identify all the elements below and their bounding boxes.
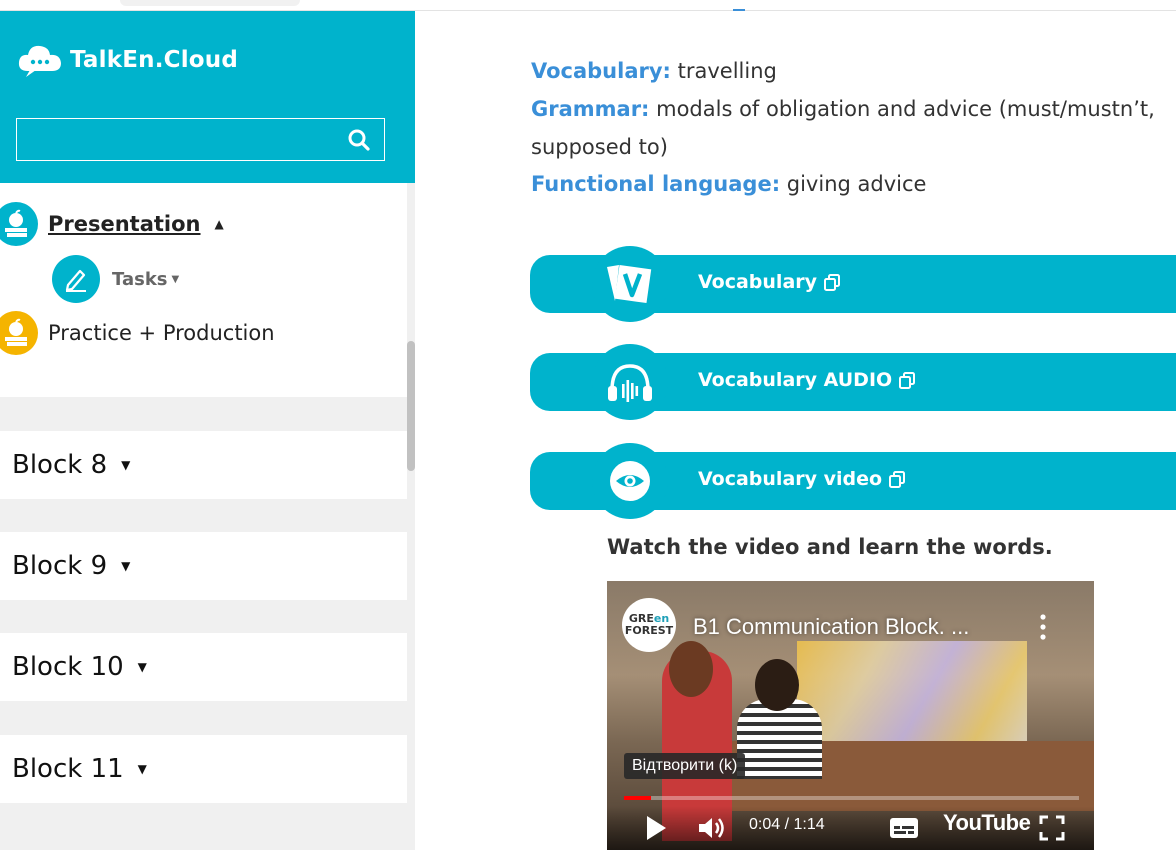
info-key: Vocabulary: (531, 59, 671, 83)
vocabulary-audio-label: Vocabulary AUDIO (698, 369, 916, 391)
eye-icon (592, 443, 668, 519)
pencil-icon (52, 255, 100, 303)
block-label: Block 9 (12, 551, 108, 581)
video-person-right-head (755, 659, 799, 711)
caret-down-icon: ▼ (171, 273, 180, 285)
bar-label-text: Vocabulary (698, 271, 818, 293)
copy-icon[interactable] (888, 470, 906, 488)
copy-icon[interactable] (898, 371, 916, 389)
vocabulary-audio-bar[interactable]: Vocabulary AUDIO (530, 344, 1176, 420)
search-box (16, 118, 385, 161)
clipped-heading-fragment (733, 0, 745, 11)
sidebar-header: TalkEn.Cloud (0, 11, 415, 183)
headphones-icon (592, 344, 668, 420)
info-key: Functional language: (531, 172, 781, 196)
info-value: modals of obligation and advice (must/mu… (649, 97, 1155, 121)
more-options-icon[interactable] (1039, 613, 1047, 641)
subtitles-icon[interactable] (889, 817, 919, 839)
vocabulary-video-label: Vocabulary video (698, 468, 906, 490)
video-progress-bar[interactable] (624, 796, 1079, 800)
channel-avatar-text-2: FOREST (624, 624, 674, 637)
info-vocabulary: Vocabulary: travelling (531, 59, 777, 83)
cloud-chat-logo-icon (18, 45, 61, 77)
browser-top-strip (0, 0, 1176, 11)
video-person-left-head (669, 641, 713, 697)
volume-icon[interactable] (697, 815, 729, 841)
block-item[interactable]: Block 10 ▼ (0, 633, 407, 701)
video-time: 0:04 / 1:14 (749, 816, 825, 833)
practice-production-label: Practice + Production (48, 321, 275, 345)
tasks-label: Tasks (112, 268, 168, 290)
block-label: Block 11 (12, 754, 124, 784)
video-title[interactable]: B1 Communication Block. ... (693, 614, 969, 640)
youtube-video-player[interactable]: GREen FOREST B1 Communication Block. ...… (607, 581, 1094, 850)
block-label: Block 8 (12, 450, 108, 480)
caret-down-icon: ▼ (121, 458, 131, 472)
caret-up-icon: ▲ (214, 217, 224, 231)
bar-label-text: Vocabulary AUDIO (698, 369, 893, 391)
video-wall-art (797, 641, 1027, 751)
vocabulary-bar[interactable]: Vocabulary (530, 246, 1176, 322)
presentation-label: Presentation (48, 212, 201, 236)
block-item[interactable]: Block 11 ▼ (0, 735, 407, 803)
vocabulary-label: Vocabulary (698, 271, 841, 293)
block-item[interactable]: Block 9 ▼ (0, 532, 407, 600)
apple-books-icon (0, 311, 38, 355)
vocabulary-v-icon (592, 246, 668, 322)
caret-down-icon: ▼ (137, 660, 147, 674)
block-label: Block 10 (12, 652, 124, 682)
logo-text: TalkEn.Cloud (70, 47, 239, 73)
browser-tab-stub (120, 0, 300, 6)
info-grammar: Grammar: modals of obligation and advice… (531, 97, 1155, 121)
menu-item-practice[interactable]: Practice + Production (0, 311, 275, 355)
sidebar: TalkEn.Cloud Presentation ▲ Tasks ▼ Prac… (0, 11, 415, 850)
block-item[interactable]: Block 8 ▼ (0, 431, 407, 499)
apple-books-icon (0, 202, 38, 246)
sidebar-scrollbar[interactable] (407, 341, 415, 471)
bar-label-text: Vocabulary video (698, 468, 883, 490)
menu-item-tasks[interactable]: Tasks ▼ (52, 255, 179, 303)
logo[interactable]: TalkEn.Cloud (16, 41, 238, 79)
info-value: giving advice (780, 172, 927, 196)
info-functional-language: Functional language: giving advice (531, 172, 926, 196)
search-icon[interactable] (348, 129, 370, 151)
video-person-right (737, 699, 822, 779)
fullscreen-icon[interactable] (1039, 815, 1065, 841)
instruction-text: Watch the video and learn the words. (607, 535, 1053, 559)
info-grammar-continued: supposed to) (531, 135, 668, 159)
vocabulary-video-bar[interactable]: Vocabulary video (530, 443, 1176, 519)
menu-item-presentation[interactable]: Presentation ▲ (0, 202, 224, 246)
play-icon[interactable] (645, 815, 667, 841)
channel-avatar[interactable]: GREen FOREST (622, 598, 676, 652)
caret-down-icon: ▼ (121, 559, 131, 573)
main-content: Vocabulary: travelling Grammar: modals o… (415, 11, 1176, 850)
info-value: supposed to) (531, 135, 668, 159)
lesson-menu: Presentation ▲ Tasks ▼ Practice + Produc… (0, 183, 407, 397)
info-value: travelling (670, 59, 777, 83)
youtube-logo[interactable]: YouTube (943, 810, 1031, 836)
play-tooltip: Відтворити (k) (624, 753, 746, 779)
copy-icon[interactable] (823, 273, 841, 291)
caret-down-icon: ▼ (137, 762, 147, 776)
video-progress-fill (624, 796, 652, 800)
info-key: Grammar: (531, 97, 650, 121)
search-input[interactable] (17, 119, 337, 159)
